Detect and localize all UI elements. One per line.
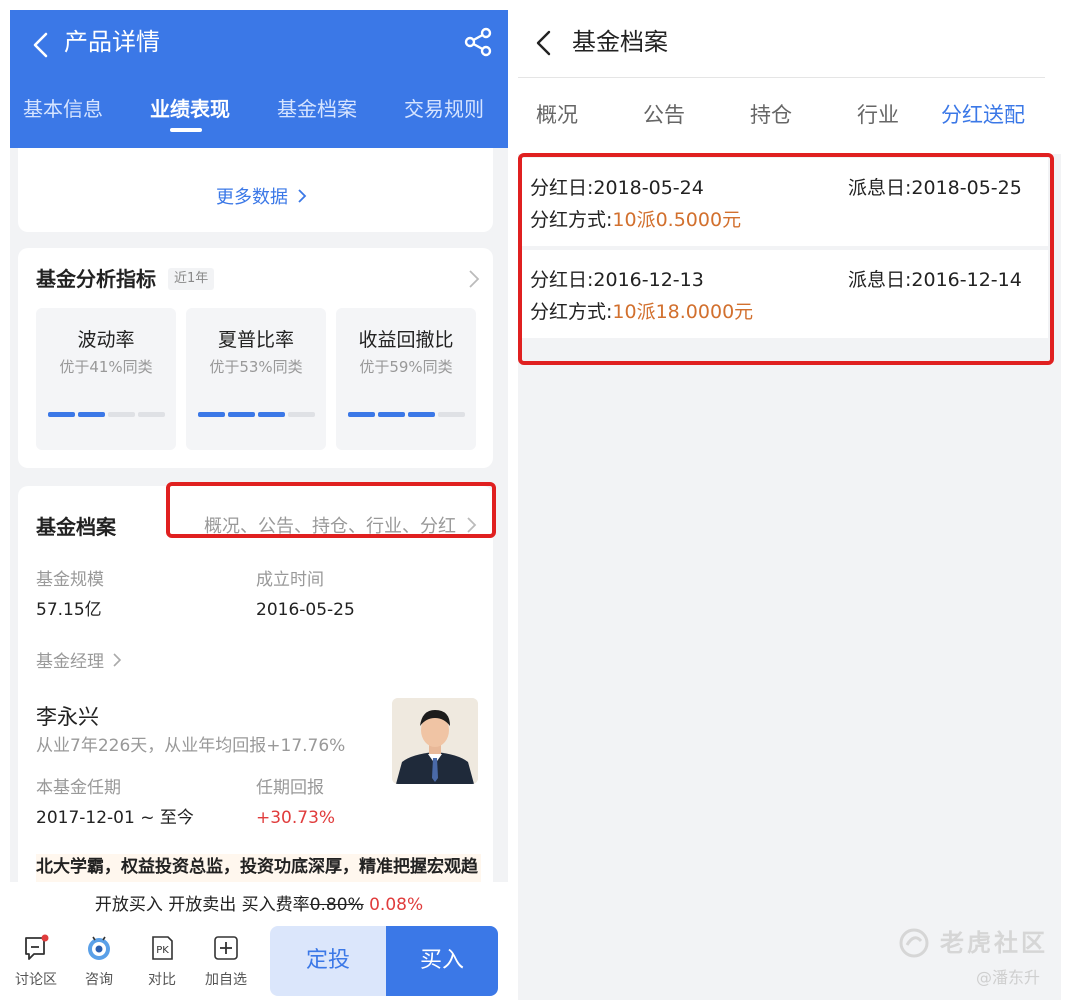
level-bar-segment <box>108 412 135 417</box>
buy-button[interactable]: 买入 <box>386 926 498 996</box>
add-watchlist-label: 加自选 <box>205 972 247 988</box>
metric-name: 波动率 <box>77 329 135 351</box>
tenure-label: 本基金任期 <box>36 778 121 798</box>
auto-invest-button[interactable]: 定投 <box>270 926 386 996</box>
archive-links-highlight <box>166 482 496 538</box>
page-title: 产品详情 <box>64 28 160 56</box>
plus-square-icon <box>214 936 238 960</box>
compare-label: 对比 <box>148 972 176 988</box>
chevron-right-icon <box>113 653 122 667</box>
tab-announcements[interactable]: 公告 <box>643 100 685 130</box>
level-bar <box>198 412 316 418</box>
tab-basic-info[interactable]: 基本信息 <box>23 94 103 124</box>
share-icon[interactable] <box>462 26 494 58</box>
level-bar-segment <box>228 412 255 417</box>
metric-rank: 优于59%同类 <box>359 358 453 376</box>
level-bar-segment <box>138 412 165 417</box>
fee-info: 开放买入 开放卖出 买入费率0.80% 0.08% <box>10 892 508 918</box>
fund-scale-label: 基金规模 <box>36 570 104 590</box>
tab-trade-rules[interactable]: 交易规则 <box>404 94 484 124</box>
more-data-label: 更多数据 <box>216 187 288 208</box>
level-bar-segment <box>258 412 285 417</box>
watermark-brand: 老虎社区 <box>940 929 1048 957</box>
manager-header: 基金经理 <box>36 652 104 672</box>
tenure-return-label: 任期回报 <box>256 778 324 798</box>
discussion-label: 讨论区 <box>15 972 57 988</box>
pk-icon: PK <box>152 936 173 960</box>
metric-rank: 优于41%同类 <box>59 358 153 376</box>
person-photo-icon <box>392 698 478 784</box>
chevron-right-icon <box>298 189 307 203</box>
page-title: 基金档案 <box>572 28 668 56</box>
consult-label: 咨询 <box>85 972 113 988</box>
metric-name: 夏普比率 <box>217 329 294 351</box>
manager-name[interactable]: 李永兴 <box>36 702 99 732</box>
brand-logo-icon <box>899 928 929 958</box>
more-data-card: 更多数据 <box>18 148 493 232</box>
level-bar-segment <box>408 412 435 417</box>
product-tabs: 基本信息 业绩表现 基金档案 交易规则 <box>10 94 508 134</box>
metric-return-drawdown[interactable]: 收益回撤比 优于59%同类 <box>336 308 476 450</box>
tenure-value: 2017-12-01 ~ 至今 <box>36 808 194 828</box>
founded-value: 2016-05-25 <box>256 600 355 620</box>
watermark: 老虎社区 <box>898 925 1058 961</box>
fund-scale-value: 57.15亿 <box>36 600 102 620</box>
chevron-right-icon[interactable] <box>467 268 481 290</box>
level-bar-segment <box>348 412 375 417</box>
svg-text:PK: PK <box>156 945 169 956</box>
fund-archive-header: 基金档案 <box>518 10 1061 78</box>
discussion-button[interactable]: 讨论区 <box>10 934 66 994</box>
tenure-return-value: +30.73% <box>256 808 336 828</box>
metric-name: 收益回撤比 <box>358 329 454 351</box>
manager-card: 基金经理 李永兴 从业7年226天，从业年均回报+17.76% 本基金任期 20… <box>18 630 493 902</box>
chat-icon <box>25 934 49 960</box>
compare-button[interactable]: PK 对比 <box>132 934 192 994</box>
tab-dividends[interactable]: 分红送配 <box>941 100 1025 130</box>
robot-icon <box>88 936 110 960</box>
fee-original: 0.80% <box>309 895 364 915</box>
level-bar <box>348 412 466 418</box>
level-bar-segment <box>198 412 225 417</box>
metric-sharpe[interactable]: 夏普比率 优于53%同类 <box>186 308 326 450</box>
manager-avatar[interactable] <box>392 698 478 784</box>
analysis-card: 基金分析指标 近1年 波动率 优于41%同类 夏普比率 优于53%同类 收益回撤… <box>18 248 493 468</box>
metric-volatility[interactable]: 波动率 优于41%同类 <box>36 308 176 450</box>
back-arrow-icon[interactable] <box>28 32 54 58</box>
archive-tabs: 概况 公告 持仓 行业 分红送配 <box>518 78 1061 154</box>
add-watchlist-button[interactable]: 加自选 <box>196 934 256 994</box>
watermark-user: @潘东升 <box>976 968 1041 987</box>
tab-overview[interactable]: 概况 <box>536 100 578 130</box>
more-data-link[interactable]: 更多数据 <box>216 184 307 212</box>
tab-industry[interactable]: 行业 <box>857 100 899 130</box>
product-detail-header: 产品详情 基本信息 业绩表现 基金档案 交易规则 <box>10 10 508 148</box>
level-bar-segment <box>48 412 75 417</box>
level-bar-segment <box>78 412 105 417</box>
manager-experience: 从业7年226天，从业年均回报+17.76% <box>36 736 346 756</box>
founded-label: 成立时间 <box>256 570 324 590</box>
back-arrow-icon[interactable] <box>532 30 556 56</box>
manager-header-link[interactable]: 基金经理 <box>36 650 122 674</box>
level-bar <box>48 412 166 418</box>
fee-status: 开放买入 开放卖出 买入费率 <box>94 895 310 915</box>
tab-performance[interactable]: 业绩表现 <box>150 94 230 124</box>
bottom-action-bar: 开放买入 开放卖出 买入费率0.80% 0.08% 讨论区 咨询 PK 对比 加… <box>10 882 508 1000</box>
archive-title: 基金档案 <box>36 515 116 539</box>
analysis-title: 基金分析指标 <box>36 267 156 291</box>
fee-discount: 0.08% <box>369 895 424 915</box>
level-bar-segment <box>288 412 315 417</box>
active-tab-indicator <box>170 128 202 132</box>
period-badge: 近1年 <box>168 268 215 290</box>
dividends-highlight <box>518 153 1054 365</box>
level-bar-segment <box>438 412 465 417</box>
level-bar-segment <box>378 412 405 417</box>
tab-fund-archive[interactable]: 基金档案 <box>277 94 357 124</box>
metric-rank: 优于53%同类 <box>209 358 303 376</box>
consult-button[interactable]: 咨询 <box>69 934 129 994</box>
tab-holdings[interactable]: 持仓 <box>750 100 792 130</box>
